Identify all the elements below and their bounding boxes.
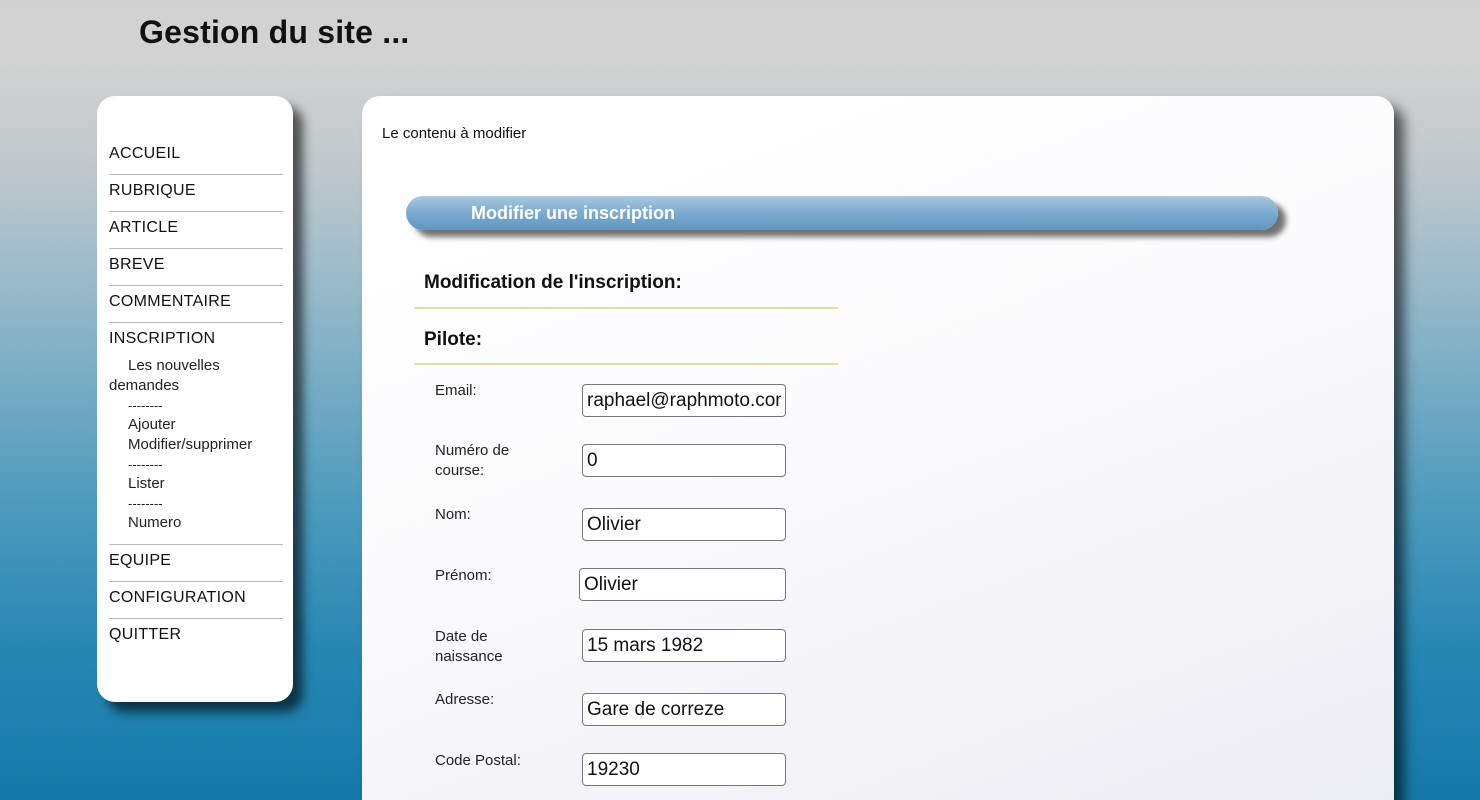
submenu-separator: -------- <box>128 496 163 511</box>
menu-link-equipe[interactable]: EQUIPE <box>109 552 283 570</box>
submenu-numero[interactable]: Numero <box>109 513 283 533</box>
form-title-bar: Modifier une inscription <box>406 196 1278 230</box>
menu-link-commentaire[interactable]: COMMENTAIRE <box>109 293 283 311</box>
submenu-modifier-supprimer[interactable]: Modifier/supprimer <box>109 435 283 455</box>
menu-list: ACCUEIL RUBRIQUE ARTICLE BREVE COMMENTAI… <box>97 96 293 655</box>
menu-link-breve[interactable]: BREVE <box>109 256 283 274</box>
birth-date-label: Date de naissance <box>435 628 503 665</box>
menu-link-quitter[interactable]: QUITTER <box>109 626 283 644</box>
first-name-field[interactable] <box>579 568 786 601</box>
site-title: Gestion du site ... <box>139 14 410 50</box>
submenu-ajouter[interactable]: Ajouter <box>109 415 283 435</box>
last-name-field[interactable] <box>582 508 786 541</box>
content-panel: Le contenu à modifier Modifier une inscr… <box>362 96 1394 800</box>
first-name-label: Prénom: <box>435 567 492 584</box>
menu-link-article[interactable]: ARTICLE <box>109 219 283 237</box>
submenu-lister[interactable]: Lister <box>109 474 283 494</box>
section-heading-pilote: Pilote: <box>414 329 838 365</box>
menu-link-inscription[interactable]: INSCRIPTION <box>109 330 283 348</box>
inscription-submenu: Les nouvelles demandes -------- Ajouter … <box>109 356 283 533</box>
menu-item-article: ARTICLE <box>109 212 283 249</box>
menu-item-breve: BREVE <box>109 249 283 286</box>
submenu-nouvelles-demandes[interactable]: Les nouvelles demandes <box>109 356 283 396</box>
menu-item-inscription: INSCRIPTION Les nouvelles demandes -----… <box>109 323 283 545</box>
address-field[interactable] <box>582 693 786 726</box>
menu-link-configuration[interactable]: CONFIGURATION <box>109 589 283 607</box>
menu-item-commentaire: COMMENTAIRE <box>109 286 283 323</box>
email-label: Email: <box>435 382 477 399</box>
race-number-label: Numéro de course: <box>435 442 510 479</box>
birth-date-field[interactable] <box>582 629 786 662</box>
race-number-field[interactable] <box>582 444 786 477</box>
menu-item-quitter: QUITTER <box>109 619 283 655</box>
email-field[interactable] <box>582 384 786 417</box>
menu-item-rubrique: RUBRIQUE <box>109 175 283 212</box>
postal-code-label: Code Postal: <box>435 752 521 769</box>
submenu-separator: -------- <box>128 457 163 472</box>
section-heading-modification: Modification de l'inscription: <box>414 272 838 309</box>
postal-code-field[interactable] <box>582 753 786 786</box>
menu-link-accueil[interactable]: ACCUEIL <box>109 145 283 163</box>
menu-item-accueil: ACCUEIL <box>109 140 283 175</box>
sidebar-menu: ACCUEIL RUBRIQUE ARTICLE BREVE COMMENTAI… <box>97 96 293 702</box>
content-caption: Le contenu à modifier <box>382 125 527 142</box>
address-label: Adresse: <box>435 691 495 708</box>
menu-item-equipe: EQUIPE <box>109 545 283 582</box>
menu-link-rubrique[interactable]: RUBRIQUE <box>109 182 283 200</box>
menu-item-configuration: CONFIGURATION <box>109 582 283 619</box>
last-name-label: Nom: <box>435 506 471 523</box>
form-title: Modifier une inscription <box>471 203 676 223</box>
submenu-separator: -------- <box>128 398 163 413</box>
